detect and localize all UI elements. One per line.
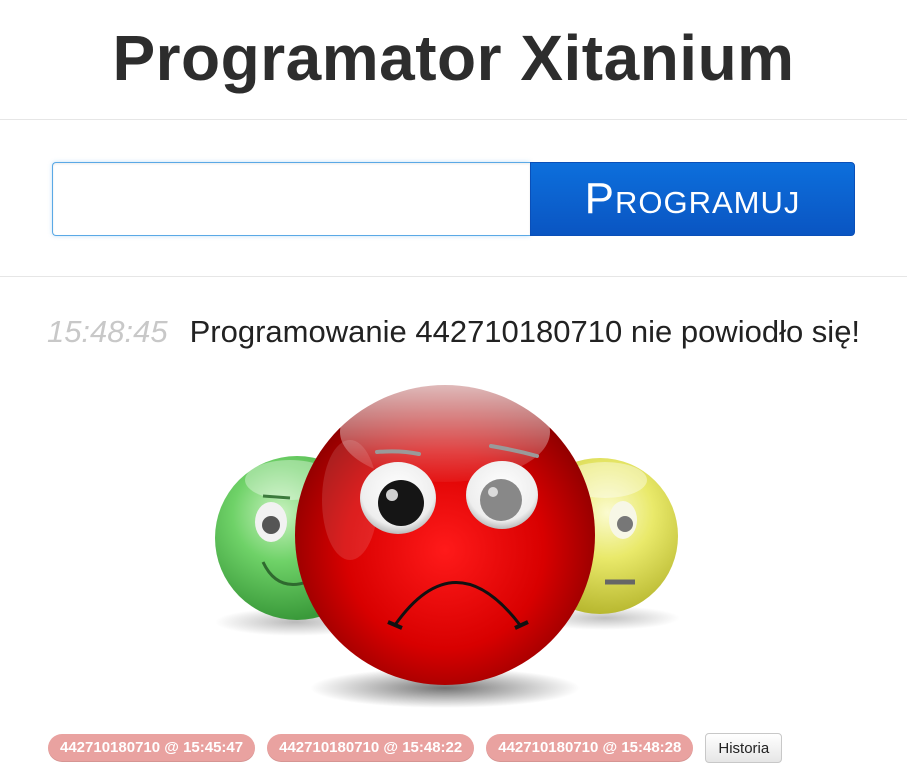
page: Programator Xitanium Programuj 15:48:45 …	[0, 0, 907, 772]
header: Programator Xitanium	[0, 0, 907, 120]
history-entry[interactable]: 442710180710 @ 15:45:47	[48, 734, 256, 762]
page-title: Programator Xitanium	[112, 21, 795, 94]
program-form: Programuj	[52, 162, 855, 236]
red-sad-smiley-icon	[295, 382, 595, 685]
history-button[interactable]: Historia	[705, 733, 783, 763]
history-entry[interactable]: 442710180710 @ 15:48:28	[486, 734, 694, 762]
status-line: 15:48:45 Programowanie 442710180710 nie …	[0, 314, 907, 350]
sad-smiley-illustration	[205, 370, 695, 710]
status-time: 15:48:45	[46, 314, 168, 349]
status-message: Programowanie 442710180710 nie powiodło …	[189, 314, 861, 349]
serial-input[interactable]	[52, 162, 530, 236]
history-entry[interactable]: 442710180710 @ 15:48:22	[267, 734, 475, 762]
divider	[0, 276, 907, 277]
program-button[interactable]: Programuj	[530, 162, 855, 236]
history-bar: 442710180710 @ 15:45:47 442710180710 @ 1…	[48, 732, 783, 764]
